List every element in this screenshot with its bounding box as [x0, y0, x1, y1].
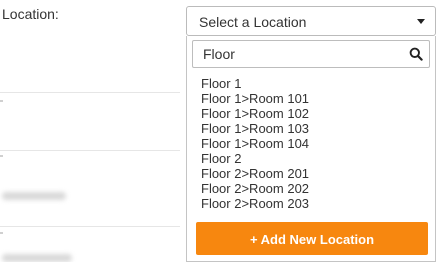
form-marker: [0, 100, 3, 102]
location-options-list: Floor 1 Floor 1>Room 101 Floor 1>Room 10…: [201, 76, 309, 211]
location-select[interactable]: Select a Location: [186, 6, 436, 36]
location-option[interactable]: Floor 2>Room 203: [201, 196, 309, 211]
blurred-field-label: [2, 254, 72, 262]
add-new-location-button[interactable]: + Add New Location: [196, 222, 428, 255]
form-divider: [0, 92, 180, 93]
location-dropdown: Floor 1 Floor 1>Room 101 Floor 1>Room 10…: [186, 36, 436, 262]
location-label: Location:: [2, 6, 59, 22]
location-option[interactable]: Floor 2: [201, 151, 309, 166]
location-search-box: [192, 40, 430, 68]
form-divider: [0, 226, 180, 227]
location-option[interactable]: Floor 1>Room 102: [201, 106, 309, 121]
blurred-field-label: [2, 192, 66, 200]
location-option[interactable]: Floor 2>Room 201: [201, 166, 309, 181]
location-option[interactable]: Floor 1: [201, 76, 309, 91]
location-select-value: Select a Location: [199, 14, 307, 30]
location-search-input[interactable]: [193, 41, 398, 67]
location-option[interactable]: Floor 2>Room 202: [201, 181, 309, 196]
location-option[interactable]: Floor 1>Room 104: [201, 136, 309, 151]
location-option[interactable]: Floor 1>Room 103: [201, 121, 309, 136]
location-form: Location: Select a Location Floor 1 Floo…: [0, 0, 437, 262]
form-marker: [0, 155, 3, 157]
form-divider: [0, 150, 180, 151]
location-option[interactable]: Floor 1>Room 101: [201, 91, 309, 106]
caret-down-icon: [417, 19, 425, 24]
search-icon[interactable]: [409, 47, 423, 61]
form-marker: [0, 232, 3, 234]
